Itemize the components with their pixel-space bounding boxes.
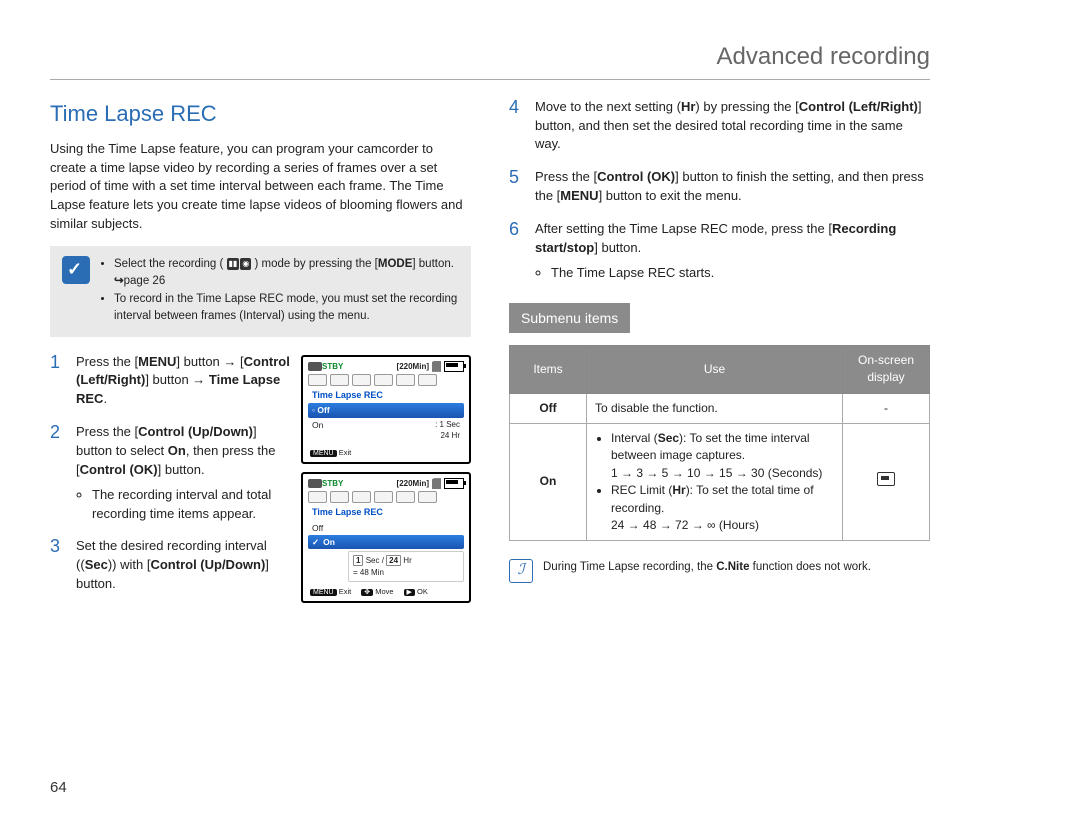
camcorder-icon <box>308 362 322 371</box>
left-column: Time Lapse REC Using the Time Lapse feat… <box>50 98 471 608</box>
battery-icon <box>444 478 464 489</box>
battery-icon <box>444 361 464 372</box>
page-title: Time Lapse REC <box>50 98 471 130</box>
precondition-note: Select the recording ( ▮▮◉ ) mode by pre… <box>50 246 471 337</box>
step-6-bullet: The Time Lapse REC starts. <box>551 264 930 283</box>
sd-card-icon <box>432 361 441 372</box>
th-osd: On-screen display <box>843 345 930 393</box>
check-icon <box>62 256 90 284</box>
osd-mode-icon <box>330 374 349 386</box>
th-items: Items <box>510 345 587 393</box>
intro-paragraph: Using the Time Lapse feature, you can pr… <box>50 140 471 234</box>
right-column: 4 Move to the next setting (Hr) by press… <box>509 98 930 608</box>
stby-label: STBY <box>322 361 343 373</box>
osd-mode-icon <box>374 491 393 503</box>
video-photo-mode-icon: ▮▮◉ <box>227 258 252 270</box>
step-6: 6 After setting the Time Lapse REC mode,… <box>509 220 930 283</box>
step-number: 1 <box>50 353 64 373</box>
step-number: 2 <box>50 423 64 443</box>
osd-mode-icon <box>352 491 371 503</box>
step-4: 4 Move to the next setting (Hr) by press… <box>509 98 930 155</box>
lcd-menu-title: Time Lapse REC <box>308 389 464 402</box>
note-line-1: Select the recording ( ▮▮◉ ) mode by pre… <box>114 256 459 289</box>
lcd-option-on: ✓On <box>308 535 464 549</box>
info-icon: ℐ <box>509 559 533 583</box>
submenu-heading: Submenu items <box>509 303 630 333</box>
sd-card-icon <box>432 478 441 489</box>
th-use: Use <box>587 345 843 393</box>
osd-mode-icon <box>330 491 349 503</box>
osd-mode-icon <box>352 374 371 386</box>
lcd-menu-title: Time Lapse REC <box>308 506 464 519</box>
step-2-bullet: The recording interval and total recordi… <box>92 486 291 524</box>
page-number: 64 <box>50 777 67 799</box>
lcd-option-off: ◦ Off <box>308 403 464 417</box>
section-header: Advanced recording <box>50 40 930 80</box>
step-number: 5 <box>509 168 523 188</box>
lcd-screenshot-1: STBY [220Min] Time Lapse REC <box>301 355 471 464</box>
lcd-screenshot-2: STBY [220Min] Time Lapse REC <box>301 472 471 604</box>
osd-mode-icon <box>308 491 327 503</box>
osd-mode-icon <box>396 374 415 386</box>
step-number: 3 <box>50 537 64 557</box>
submenu-table: Items Use On-screen display Off To disab… <box>509 345 930 542</box>
note-line-2: To record in the Time Lapse REC mode, yo… <box>114 291 459 324</box>
timelapse-osd-icon <box>877 472 895 486</box>
step-2: 2 Press the [Control (Up/Down)] button t… <box>50 423 291 523</box>
on-use-interval: Interval (Sec): To set the time interval… <box>611 430 834 482</box>
step-number: 6 <box>509 220 523 240</box>
camcorder-icon <box>308 479 322 488</box>
stby-label: STBY <box>322 478 343 490</box>
osd-mode-icon <box>418 374 437 386</box>
lcd-option-off: Off <box>308 521 464 535</box>
lcd-interval-values: 1 Sec / 24 Hr = 48 Min <box>348 551 464 582</box>
page-ref-icon: ↪ <box>114 275 124 287</box>
step-number: 4 <box>509 98 523 118</box>
osd-mode-icon <box>418 491 437 503</box>
osd-mode-icon <box>396 491 415 503</box>
lcd-option-on: On : 1 Sec24 Hr <box>308 418 464 443</box>
table-row-off: Off To disable the function. - <box>510 393 930 423</box>
on-use-reclimit: REC Limit (Hr): To set the total time of… <box>611 482 834 534</box>
osd-mode-icon <box>374 374 393 386</box>
table-row-on: On Interval (Sec): To set the time inter… <box>510 424 930 541</box>
step-3: 3 Set the desired recording interval ((S… <box>50 537 291 594</box>
step-5: 5 Press the [Control (OK)] button to fin… <box>509 168 930 206</box>
osd-mode-icon <box>308 374 327 386</box>
step-1: 1 Press the [MENU] button → [Control (Le… <box>50 353 291 410</box>
info-note: ℐ During Time Lapse recording, the C.Nit… <box>509 559 930 583</box>
